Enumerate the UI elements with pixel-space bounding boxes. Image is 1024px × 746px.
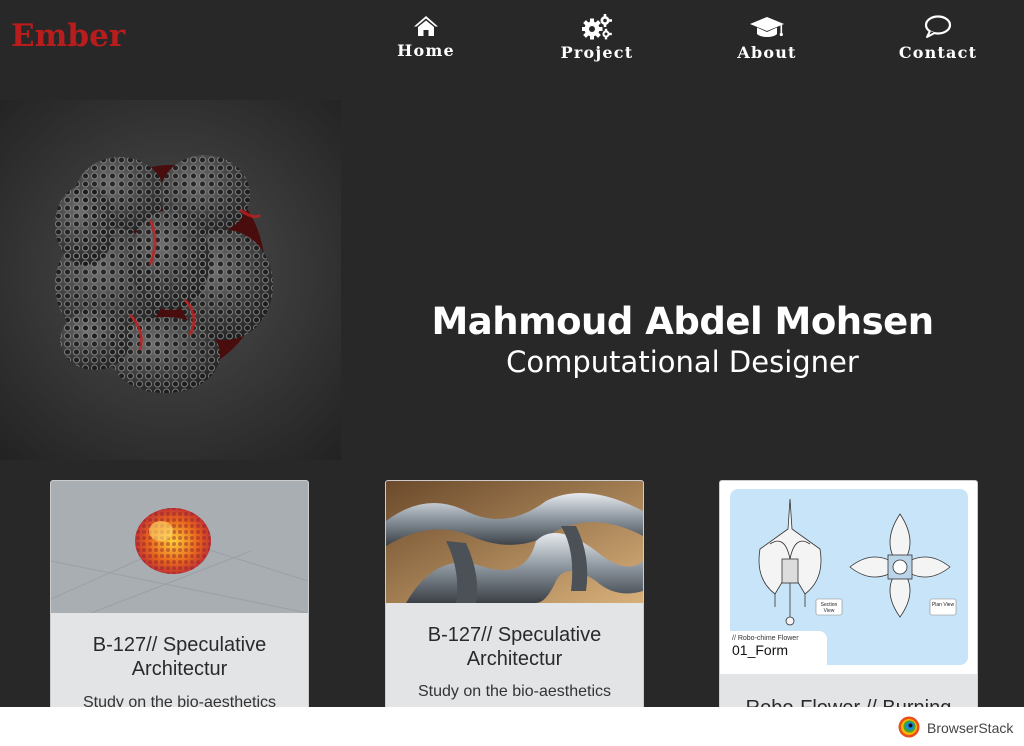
card-1-image [51, 481, 308, 613]
main-nav: Home Project About Contact [0, 12, 1024, 72]
nav-about[interactable]: About [707, 12, 827, 62]
project-card-3[interactable]: Section View Plan View // Robo-chime Flo… [719, 480, 978, 720]
home-icon [414, 16, 438, 36]
nav-about-label: About [737, 43, 797, 62]
diagram-caption-large: 01_Form [732, 642, 789, 658]
browserstack-text: BrowserStack [927, 720, 1014, 736]
speech-bubble-icon [924, 15, 952, 38]
hero-text: Mahmoud Abdel Mohsen Computational Desig… [341, 300, 1024, 379]
hero-name: Mahmoud Abdel Mohsen [431, 300, 934, 343]
hero-image [0, 100, 341, 460]
nav-contact[interactable]: Contact [878, 12, 998, 62]
nav-project-label: Project [560, 43, 634, 62]
nav-home[interactable]: Home [366, 12, 486, 60]
card-3-image: Section View Plan View // Robo-chime Flo… [720, 481, 977, 674]
project-card-1[interactable]: B-127// Speculative Architectur Study on… [50, 480, 309, 720]
diagram-caption-small: // Robo-chime Flower [732, 635, 799, 642]
browserstack-footer: BrowserStack [0, 707, 1024, 746]
nav-project[interactable]: Project [537, 12, 657, 62]
project-card-2[interactable]: B-127// Speculative Architectur Study on… [385, 480, 644, 720]
robo-flower-diagram: Section View Plan View // Robo-chime Flo… [730, 489, 968, 665]
graduation-cap-icon [750, 17, 784, 37]
hero-role: Computational Designer [506, 345, 859, 379]
nav-contact-label: Contact [898, 43, 978, 62]
section-view-label: Section View [820, 602, 838, 614]
gears-icon [582, 14, 612, 40]
card-1-title: B-127// Speculative Architectur [92, 634, 267, 680]
card-2-desc: Study on the bio-aesthetics [417, 683, 611, 700]
diagram-caption-box: // Robo-chime Flower 01_Form [730, 631, 827, 665]
browserstack-logo-icon [898, 716, 920, 738]
plan-view-label: Plan View [931, 602, 955, 608]
nav-home-label: Home [397, 41, 455, 60]
card-2-image [386, 481, 643, 603]
card-2-title: B-127// Speculative Architectur [427, 624, 602, 670]
